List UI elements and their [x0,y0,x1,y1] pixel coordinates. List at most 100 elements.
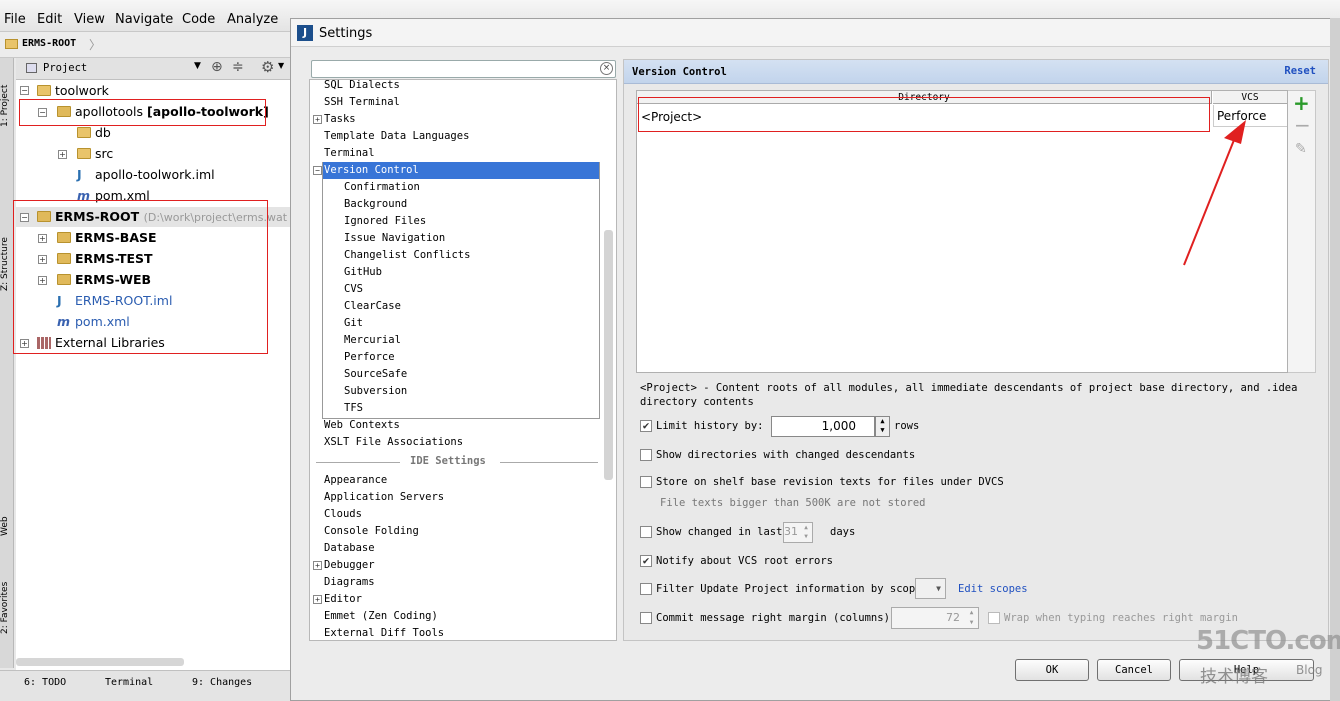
settings-item[interactable]: Database [324,540,375,557]
settings-item[interactable]: CVS [344,281,363,298]
ok-button[interactable]: OK [1015,659,1089,681]
tree-item-toolwork[interactable]: toolwork [37,81,109,101]
settings-item[interactable]: Diagrams [324,574,375,591]
breadcrumb[interactable]: ERMS-ROOT [22,38,76,49]
vertical-scrollbar[interactable] [604,230,613,480]
column-header-vcs[interactable]: VCS [1213,91,1287,104]
settings-item[interactable]: SQL Dialects [324,80,400,94]
filter-update-checkbox[interactable] [640,583,652,595]
settings-item[interactable]: Web Contexts [324,417,400,434]
days-spinner[interactable]: ▲ ▼ [800,523,812,542]
settings-item[interactable]: Debugger [324,557,375,574]
dropdown-arrow-icon[interactable]: ▼ [278,61,284,70]
watermark-logo: 51CTO.com [1196,626,1340,656]
store-shelf-checkbox[interactable] [640,476,652,488]
dialog-title-bar: J Settings [291,19,1339,47]
settings-item[interactable]: Changelist Conflicts [344,247,470,264]
settings-item[interactable]: Subversion [344,383,407,400]
settings-item[interactable]: Ignored Files [344,213,426,230]
clear-search-icon[interactable]: × [600,62,613,75]
settings-item[interactable]: Tasks [324,111,356,128]
dropdown-arrow-icon[interactable]: ▼ [194,61,201,71]
limit-history-input[interactable]: 1,000 [771,416,875,437]
history-spinner[interactable]: ▲ ▼ [875,416,890,437]
settings-item[interactable]: SSH Terminal [324,94,400,111]
settings-item[interactable]: Console Folding [324,523,419,540]
wrap-checkbox[interactable] [988,612,1000,624]
expand-toggle-icon[interactable]: + [313,561,322,570]
app-icon: J [297,25,313,41]
tab-project[interactable]: 1: Project [0,66,14,146]
menu-file[interactable]: File [4,12,26,27]
left-tool-strip: 1: Project Z: Structure Web 2: Favorites [0,58,14,668]
cancel-button[interactable]: Cancel [1097,659,1171,681]
collapse-toggle-icon[interactable]: − [313,166,322,175]
tab-structure[interactable]: Z: Structure [0,224,14,304]
iml-file-icon: J [77,167,82,182]
settings-item[interactable]: Template Data Languages [324,128,469,145]
settings-item[interactable]: Background [344,196,407,213]
expand-toggle-icon[interactable]: + [58,150,67,159]
settings-item-version-control[interactable]: Version Control [323,162,599,179]
show-directories-checkbox[interactable] [640,449,652,461]
show-changed-checkbox[interactable] [640,526,652,538]
divider [500,462,598,463]
project-tree: − toolwork − apollotools [apollo-toolwor… [16,80,290,670]
settings-item[interactable]: Git [344,315,363,332]
settings-item[interactable]: Application Servers [324,489,444,506]
store-shelf-note: File texts bigger than 500K are not stor… [660,497,926,509]
settings-item[interactable]: TFS [344,400,363,417]
settings-item[interactable]: Mercurial [344,332,401,349]
notify-errors-checkbox[interactable]: ✔ [640,555,652,567]
settings-item[interactable]: Editor [324,591,362,608]
expand-toggle-icon[interactable]: + [313,595,322,604]
tab-changes[interactable]: 9: Changes [192,677,252,688]
scope-dropdown[interactable]: ▼ [915,578,946,599]
version-control-panel: Version Control Reset Directory VCS <Pro… [623,59,1329,641]
menu-navigate[interactable]: Navigate [115,12,173,27]
tab-web[interactable]: Web [0,508,14,544]
settings-item[interactable]: Emmet (Zen Coding) [324,608,438,625]
margin-spinner[interactable]: ▲ ▼ [965,608,978,628]
tree-item-iml[interactable]: Japollo-toolwork.iml [77,165,215,185]
gear-icon[interactable]: ⚙ [261,58,274,76]
navigation-bar: ERMS-ROOT 〉 [0,32,290,58]
tab-todo[interactable]: 6: TODO [24,677,66,688]
tab-favorites[interactable]: 2: Favorites [0,568,14,648]
right-edge-strip [1330,18,1340,701]
note-text: <Project> - Content roots of all modules… [640,382,1298,394]
collapse-all-icon[interactable]: ≑ [232,59,244,75]
menu-view[interactable]: View [74,12,105,27]
edit-pencil-icon[interactable]: ✎ [1295,141,1307,157]
settings-search-input[interactable]: × [311,60,616,78]
edit-scopes-link[interactable]: Edit scopes [958,581,1028,597]
settings-item[interactable]: Issue Navigation [344,230,445,247]
settings-item[interactable]: External Diff Tools [324,625,444,640]
horizontal-scrollbar[interactable] [16,658,184,666]
settings-item[interactable]: Appearance [324,472,387,489]
menu-code[interactable]: Code [182,12,215,27]
menu-edit[interactable]: Edit [37,12,62,27]
settings-item[interactable]: GitHub [344,264,382,281]
remove-mapping-icon[interactable]: − [1294,113,1311,137]
locate-icon[interactable]: ⊕ [211,59,223,75]
settings-item[interactable]: Terminal [324,145,375,162]
project-view-selector[interactable]: Project [43,62,87,74]
expand-toggle-icon[interactable]: + [313,115,322,124]
settings-item[interactable]: ClearCase [344,298,401,315]
settings-item[interactable]: Clouds [324,506,362,523]
reset-link[interactable]: Reset [1284,65,1316,77]
tree-item-src[interactable]: src [77,144,113,164]
settings-item[interactable]: Confirmation [344,179,420,196]
tab-terminal[interactable]: Terminal [105,677,153,688]
settings-item[interactable]: XSLT File Associations [324,434,463,451]
add-mapping-icon[interactable]: + [1293,91,1310,115]
commit-margin-checkbox[interactable] [640,612,652,624]
tree-item-db[interactable]: db [77,123,111,143]
settings-item[interactable]: Perforce [344,349,395,366]
collapse-toggle-icon[interactable]: − [20,86,29,95]
menu-analyze[interactable]: Analyze [227,12,278,27]
limit-history-checkbox[interactable]: ✔ [640,420,652,432]
settings-item[interactable]: SourceSafe [344,366,407,383]
folder-icon [37,85,51,96]
